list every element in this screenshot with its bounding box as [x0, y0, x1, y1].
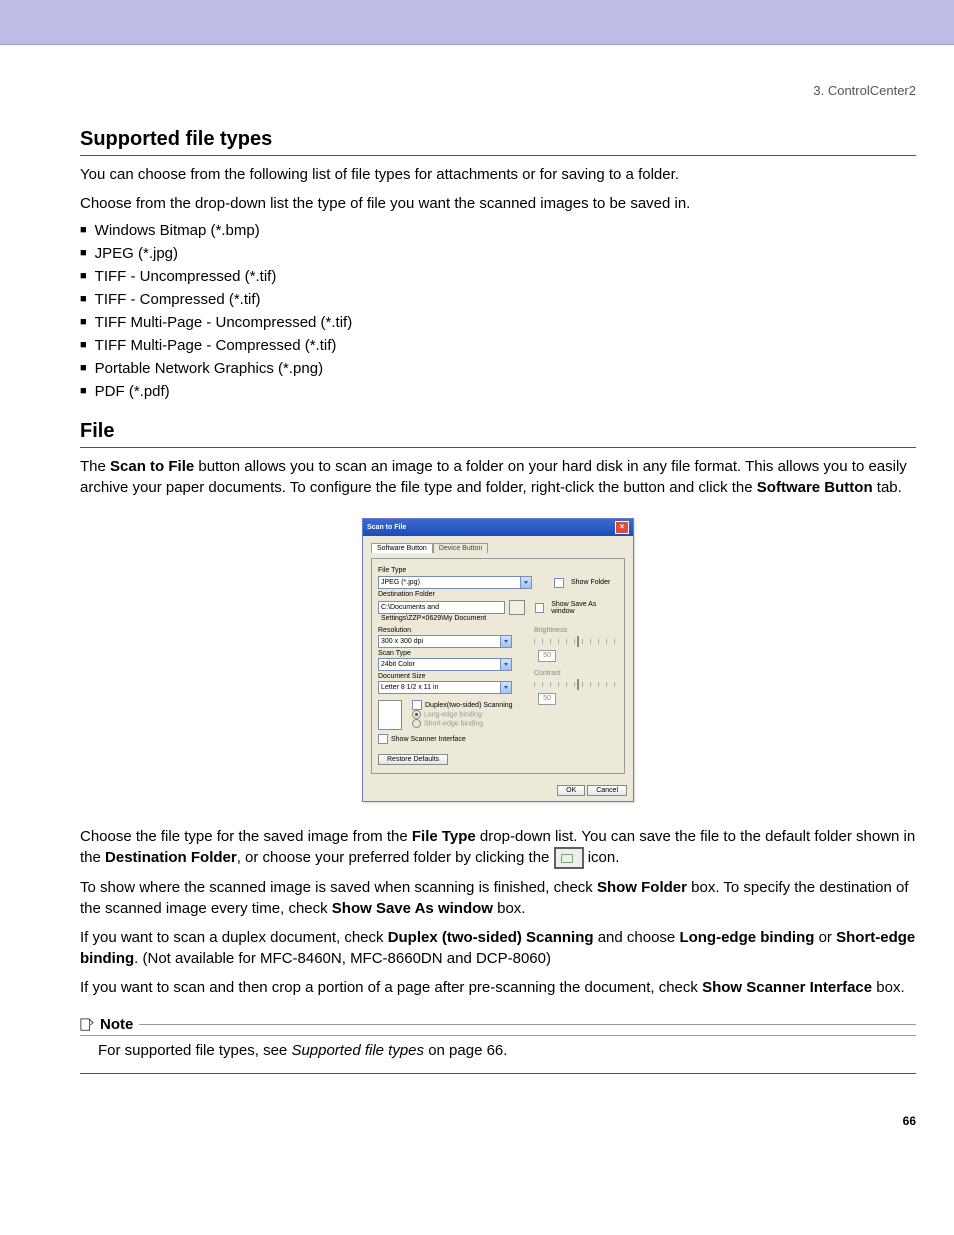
file-types-list: Windows Bitmap (*.bmp) JPEG (*.jpg) TIFF…: [80, 222, 916, 400]
file-paragraph-1: The Scan to File button allows you to sc…: [80, 456, 916, 498]
file-type-dropdown[interactable]: JPEG (*.jpg): [378, 576, 532, 589]
contrast-value: 50: [538, 693, 556, 705]
list-item: PDF (*.pdf): [80, 383, 916, 400]
destination-folder-label: Destination Folder: [378, 591, 618, 598]
note-icon: [80, 1018, 94, 1032]
intro-paragraph-2: Choose from the drop-down list the type …: [80, 193, 916, 214]
file-paragraph-3: To show where the scanned image is saved…: [80, 877, 916, 919]
long-edge-radio[interactable]: [412, 710, 421, 719]
note-box: Note For supported file types, see Suppo…: [80, 1016, 916, 1074]
browse-folder-icon[interactable]: [509, 600, 524, 615]
breadcrumb: 3. ControlCenter2: [80, 83, 916, 98]
dialog-title: Scan to File: [367, 524, 406, 531]
list-item: TIFF - Compressed (*.tif): [80, 291, 916, 308]
contrast-slider[interactable]: [534, 682, 620, 687]
short-edge-label: Short-edge binding: [424, 720, 483, 727]
brightness-slider[interactable]: [534, 639, 620, 644]
duplex-checkbox[interactable]: [412, 700, 422, 710]
document-size-dropdown[interactable]: Letter 8 1/2 x 11 in: [378, 681, 512, 694]
restore-defaults-button[interactable]: Restore Defaults: [378, 754, 448, 765]
show-save-as-checkbox[interactable]: [535, 603, 545, 613]
note-body: For supported file types, see Supported …: [80, 1040, 916, 1061]
show-folder-label: Show Folder: [571, 579, 610, 586]
tab-software-button[interactable]: Software Button: [371, 543, 433, 553]
brightness-value: 50: [538, 650, 556, 662]
file-paragraph-5: If you want to scan and then crop a port…: [80, 977, 916, 998]
show-scanner-checkbox[interactable]: [378, 734, 388, 744]
browse-folder-inline-icon: [554, 847, 584, 869]
list-item: Portable Network Graphics (*.png): [80, 360, 916, 377]
cancel-button[interactable]: Cancel: [587, 785, 627, 796]
scan-type-dropdown[interactable]: 24bit Color: [378, 658, 512, 671]
destination-folder-field[interactable]: C:\Documents and Settings\ZZP×0629\My Do…: [378, 601, 505, 614]
list-item: Windows Bitmap (*.bmp): [80, 222, 916, 239]
file-paragraph-2: Choose the file type for the saved image…: [80, 826, 916, 869]
resolution-label: Resolution: [378, 627, 520, 634]
note-label: Note: [100, 1016, 133, 1033]
list-item: JPEG (*.jpg): [80, 245, 916, 262]
duplex-label: Duplex(two-sided) Scanning: [425, 702, 513, 709]
tab-device-button[interactable]: Device Button: [433, 543, 489, 553]
list-item: TIFF Multi-Page - Uncompressed (*.tif): [80, 314, 916, 331]
page-header-band: [0, 0, 954, 45]
scan-to-file-dialog: Scan to File × Software ButtonDevice But…: [362, 518, 634, 802]
long-edge-label: Long-edge binding: [424, 711, 482, 718]
page-number: 66: [80, 1114, 916, 1128]
scan-type-label: Scan Type: [378, 650, 520, 657]
ok-button[interactable]: OK: [557, 785, 585, 796]
document-size-label: Document Size: [378, 673, 520, 680]
heading-file: File: [80, 420, 916, 448]
list-item: TIFF - Uncompressed (*.tif): [80, 268, 916, 285]
brightness-label: Brightness: [534, 627, 620, 634]
show-scanner-label: Show Scanner Interface: [391, 736, 466, 743]
file-type-label: File Type: [378, 567, 618, 574]
show-folder-checkbox[interactable]: [554, 578, 564, 588]
duplex-icon: [378, 700, 402, 730]
file-paragraph-4: If you want to scan a duplex document, c…: [80, 927, 916, 969]
contrast-label: Contrast: [534, 670, 620, 677]
intro-paragraph-1: You can choose from the following list o…: [80, 164, 916, 185]
heading-supported-file-types: Supported file types: [80, 128, 916, 156]
close-icon[interactable]: ×: [615, 521, 629, 534]
show-save-as-label: Show Save As window: [551, 601, 618, 615]
dialog-titlebar: Scan to File ×: [363, 519, 633, 536]
resolution-dropdown[interactable]: 300 x 300 dpi: [378, 635, 512, 648]
list-item: TIFF Multi-Page - Compressed (*.tif): [80, 337, 916, 354]
short-edge-radio[interactable]: [412, 719, 421, 728]
